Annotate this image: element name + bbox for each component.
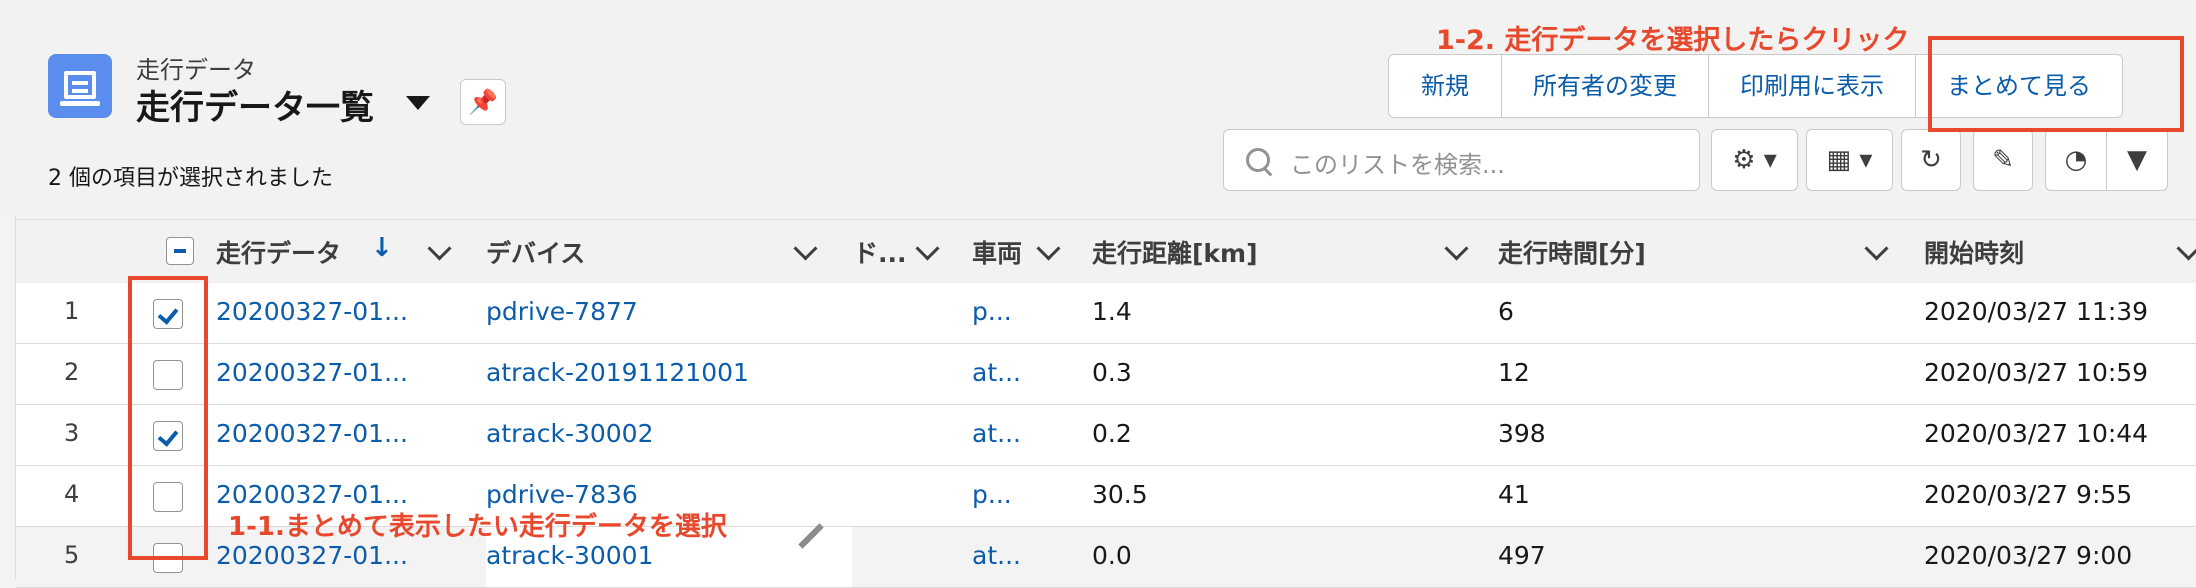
- device-link[interactable]: atrack-20191121001: [486, 358, 749, 387]
- list-view-title[interactable]: 走行データ一覧: [136, 80, 374, 129]
- column-header-d-truncated[interactable]: ド...: [853, 234, 907, 270]
- column-menu-chevron-icon[interactable]: [793, 236, 818, 261]
- duration-value: 41: [1498, 480, 1530, 509]
- sort-descending-icon[interactable]: ↓: [371, 233, 393, 263]
- column-header-distance[interactable]: 走行距離[km]: [1092, 234, 1258, 270]
- drive-data-link[interactable]: 20200327-01...: [216, 419, 408, 448]
- drive-data-link[interactable]: 20200327-01...: [216, 358, 408, 387]
- printable-view-button[interactable]: 印刷用に表示: [1708, 55, 1915, 117]
- device-link[interactable]: atrack-30002: [486, 419, 654, 448]
- duration-value: 497: [1498, 541, 1546, 570]
- distance-value: 0.3: [1092, 358, 1132, 387]
- row-number: 1: [64, 297, 80, 325]
- select-all-checkbox[interactable]: [166, 237, 194, 265]
- drive-data-link[interactable]: 20200327-01...: [216, 480, 408, 509]
- start-time-value: 2020/03/27 10:44: [1924, 419, 2149, 448]
- row-number: 2: [64, 358, 80, 386]
- annotation-button-highlight: [1928, 36, 2184, 132]
- new-button[interactable]: 新規: [1389, 55, 1501, 117]
- table-row[interactable]: 3 20200327-01... atrack-30002 at... 0.2 …: [16, 405, 2196, 466]
- column-menu-chevron-icon[interactable]: [1036, 236, 1061, 261]
- vehicle-link[interactable]: at...: [972, 541, 1021, 570]
- edit-list-button[interactable]: ✎: [1973, 129, 2033, 191]
- filter-icon: ▼: [2127, 145, 2147, 175]
- vehicle-link[interactable]: p...: [972, 297, 1012, 326]
- annotation-step-1-1: 1-1.まとめて表示したい走行データを選択: [228, 512, 727, 542]
- device-link[interactable]: pdrive-7877: [486, 297, 638, 326]
- table-view-icon: ▦ ▾: [1826, 145, 1873, 175]
- record-list-icon: [48, 54, 112, 118]
- refresh-button[interactable]: ↻: [1901, 129, 1961, 191]
- drive-data-link[interactable]: 20200327-01...: [216, 297, 408, 326]
- pencil-icon: ✎: [1992, 145, 2014, 175]
- device-link[interactable]: atrack-30001: [486, 541, 654, 570]
- column-menu-chevron-icon[interactable]: [1444, 236, 1469, 261]
- vehicle-link[interactable]: p...: [972, 480, 1012, 509]
- annotation-step-1-2: 1-2. 走行データを選択したらクリック: [1436, 25, 1910, 56]
- list-settings-button[interactable]: ⚙ ▾: [1711, 129, 1798, 191]
- column-menu-chevron-icon[interactable]: [427, 236, 452, 261]
- search-icon: [1246, 148, 1270, 172]
- row-number: 5: [64, 541, 80, 569]
- column-header-vehicle[interactable]: 車両: [972, 234, 1022, 270]
- list-search-input[interactable]: このリストを検索...: [1223, 129, 1700, 191]
- vehicle-link[interactable]: at...: [972, 419, 1021, 448]
- duration-value: 6: [1498, 297, 1514, 326]
- column-menu-chevron-icon[interactable]: [2176, 236, 2196, 261]
- start-time-value: 2020/03/27 9:00: [1924, 541, 2133, 570]
- refresh-icon: ↻: [1920, 145, 1942, 175]
- table-header: 走行データ ↓ デバイス ド... 車両 走行距離[km] 走行時間[分] 開始…: [16, 219, 2196, 284]
- duration-value: 398: [1498, 419, 1546, 448]
- distance-value: 30.5: [1092, 480, 1148, 509]
- device-link[interactable]: pdrive-7836: [486, 480, 638, 509]
- pin-icon[interactable]: 📌: [460, 79, 506, 125]
- column-header-start-time[interactable]: 開始時刻: [1924, 234, 2024, 270]
- vehicle-link[interactable]: at...: [972, 358, 1021, 387]
- display-as-button[interactable]: ▦ ▾: [1806, 129, 1893, 191]
- drive-data-link[interactable]: 20200327-01...: [216, 541, 408, 570]
- start-time-value: 2020/03/27 11:39: [1924, 297, 2149, 326]
- start-time-value: 2020/03/27 9:55: [1924, 480, 2133, 509]
- table-row[interactable]: 2 20200327-01... atrack-20191121001 at..…: [16, 344, 2196, 405]
- distance-value: 0.0: [1092, 541, 1132, 570]
- column-menu-chevron-icon[interactable]: [1864, 236, 1889, 261]
- row-number: 4: [64, 480, 80, 508]
- gear-icon: ⚙ ▾: [1732, 145, 1777, 175]
- table-row[interactable]: 1 20200327-01... pdrive-7877 p... 1.4 6 …: [16, 283, 2196, 344]
- column-menu-chevron-icon[interactable]: [915, 236, 940, 261]
- row-number: 3: [64, 419, 80, 447]
- filter-button[interactable]: ▼: [2106, 129, 2168, 191]
- column-header-duration[interactable]: 走行時間[分]: [1498, 234, 1646, 270]
- column-header-drive-data[interactable]: 走行データ: [216, 234, 341, 270]
- annotation-checkbox-highlight: [128, 276, 208, 560]
- start-time-value: 2020/03/27 10:59: [1924, 358, 2149, 387]
- list-view-dropdown-icon[interactable]: [406, 96, 430, 110]
- charts-button[interactable]: ◔: [2045, 129, 2107, 191]
- distance-value: 0.2: [1092, 419, 1132, 448]
- column-header-device[interactable]: デバイス: [486, 234, 585, 270]
- selected-count-text: 2 個の項目が選択されました: [48, 166, 333, 191]
- duration-value: 12: [1498, 358, 1530, 387]
- change-owner-button[interactable]: 所有者の変更: [1501, 55, 1708, 117]
- distance-value: 1.4: [1092, 297, 1132, 326]
- search-placeholder: このリストを検索...: [1290, 151, 1505, 179]
- pie-chart-icon: ◔: [2064, 145, 2088, 175]
